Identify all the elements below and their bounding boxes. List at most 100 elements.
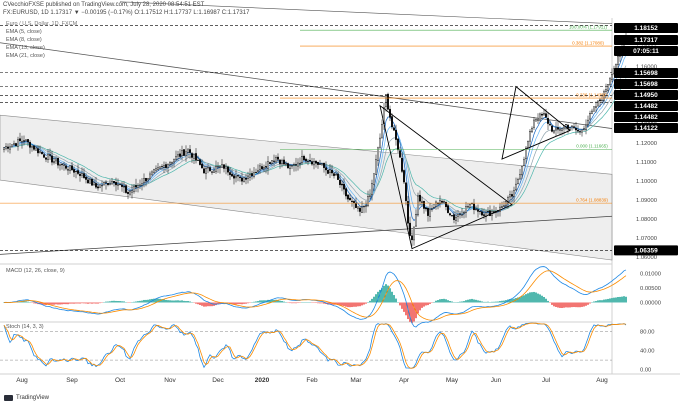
macd-histogram-bar xyxy=(247,302,249,304)
candle-body xyxy=(93,182,95,185)
candle-body xyxy=(183,149,185,156)
candle-body xyxy=(411,235,413,241)
macd-histogram-bar xyxy=(81,302,83,304)
candle-body xyxy=(263,167,265,170)
macd-histogram-bar xyxy=(557,302,559,308)
macd-histogram-bar xyxy=(107,301,109,303)
macd-histogram-bar xyxy=(461,301,463,303)
macd-histogram-bar xyxy=(595,301,597,303)
candle-body xyxy=(541,113,543,116)
candle-body xyxy=(153,169,155,173)
candle-body xyxy=(193,153,195,159)
candle-body xyxy=(415,214,417,227)
macd-histogram-bar xyxy=(349,302,351,308)
candle-body xyxy=(121,184,123,187)
macd-histogram-bar xyxy=(423,302,425,307)
price-tag: 07:05:11 xyxy=(614,46,678,56)
candle-body xyxy=(105,181,107,184)
macd-histogram-bar xyxy=(561,302,563,309)
candle-body xyxy=(267,161,269,169)
candle-body xyxy=(257,170,259,172)
price-tag-text: 1.14482 xyxy=(634,103,658,110)
candle-body xyxy=(573,126,575,128)
price-tag-text: 1.06359 xyxy=(634,248,658,255)
time-axis-label: Mar xyxy=(350,377,362,384)
candle-body xyxy=(181,150,183,156)
candle-body xyxy=(533,119,535,128)
candle-body xyxy=(249,173,251,178)
candle-body xyxy=(107,183,109,186)
candle-body xyxy=(111,180,113,185)
candle-body xyxy=(361,206,363,213)
time-axis-label: Nov xyxy=(164,377,176,384)
candle-body xyxy=(161,166,163,168)
ema13-label: EMA (13, close) xyxy=(6,45,45,51)
macd-histogram-bar xyxy=(147,299,149,303)
macd-histogram-bar xyxy=(473,299,475,303)
macd-histogram-bar xyxy=(195,302,197,304)
macd-histogram-bar xyxy=(437,300,439,303)
macd-histogram-bar xyxy=(33,302,35,304)
price-tick-label: 1.09000 xyxy=(636,198,657,204)
macd-histogram-bar xyxy=(529,292,531,303)
macd-histogram-bar xyxy=(427,302,429,306)
candle-body xyxy=(355,203,357,208)
macd-histogram-bar xyxy=(261,300,263,303)
candle-body xyxy=(473,203,475,211)
price-tag: 1.14950 xyxy=(614,90,678,100)
macd-histogram-bar xyxy=(79,302,81,304)
candle-body xyxy=(137,185,139,188)
macd-histogram-bar xyxy=(293,302,295,304)
candle-body xyxy=(447,205,449,213)
candle-body xyxy=(609,78,611,85)
macd-histogram-bar xyxy=(53,302,55,305)
candle-body xyxy=(145,177,147,182)
candle-body xyxy=(329,169,331,173)
candle-body xyxy=(177,154,179,157)
candle-body xyxy=(281,160,283,164)
macd-histogram-bar xyxy=(559,302,561,308)
ema8-label: EMA (8, close) xyxy=(6,37,42,43)
macd-histogram-bar xyxy=(623,296,625,303)
candle-body xyxy=(341,183,343,186)
candle-body xyxy=(453,214,455,221)
candle-body xyxy=(129,191,131,195)
macd-histogram-bar xyxy=(621,296,623,303)
macd-histogram-bar xyxy=(429,302,431,304)
candle-body xyxy=(59,164,61,166)
stoch-tick-label: 0.00 xyxy=(640,368,651,374)
tradingview-logo-text: TradingView xyxy=(16,395,50,401)
candle-body xyxy=(261,166,263,170)
candle-body xyxy=(531,127,533,133)
candle-body xyxy=(373,173,375,185)
candle-body xyxy=(321,163,323,165)
macd-histogram-bar xyxy=(393,295,395,303)
macd-histogram-bar xyxy=(439,299,441,303)
macd-histogram-bar xyxy=(199,302,201,306)
time-axis-label: Aug xyxy=(596,377,608,384)
macd-histogram-bar xyxy=(295,302,297,304)
macd-histogram-bar xyxy=(391,291,393,303)
price-tag-text: 1.15698 xyxy=(634,70,658,77)
candle-body xyxy=(579,131,581,133)
candle-body xyxy=(231,173,233,177)
candle-body xyxy=(387,93,389,110)
candle-body xyxy=(617,56,619,65)
candle-body xyxy=(207,166,209,169)
candle-body xyxy=(313,161,315,166)
candle-body xyxy=(169,162,171,165)
macd-histogram-bar xyxy=(373,296,375,303)
candle-body xyxy=(113,180,115,183)
macd-histogram-bar xyxy=(65,302,67,305)
price-tick-label: 1.11000 xyxy=(636,160,657,166)
candle-body xyxy=(409,222,411,236)
candle-body xyxy=(505,201,507,206)
candle-body xyxy=(499,206,501,212)
candle-body xyxy=(201,163,203,169)
candle-body xyxy=(521,166,523,176)
candle-body xyxy=(517,179,519,184)
macd-histogram-bar xyxy=(469,299,471,303)
candle-body xyxy=(367,196,369,206)
candle-body xyxy=(467,206,469,208)
macd-histogram-bar xyxy=(239,302,241,305)
